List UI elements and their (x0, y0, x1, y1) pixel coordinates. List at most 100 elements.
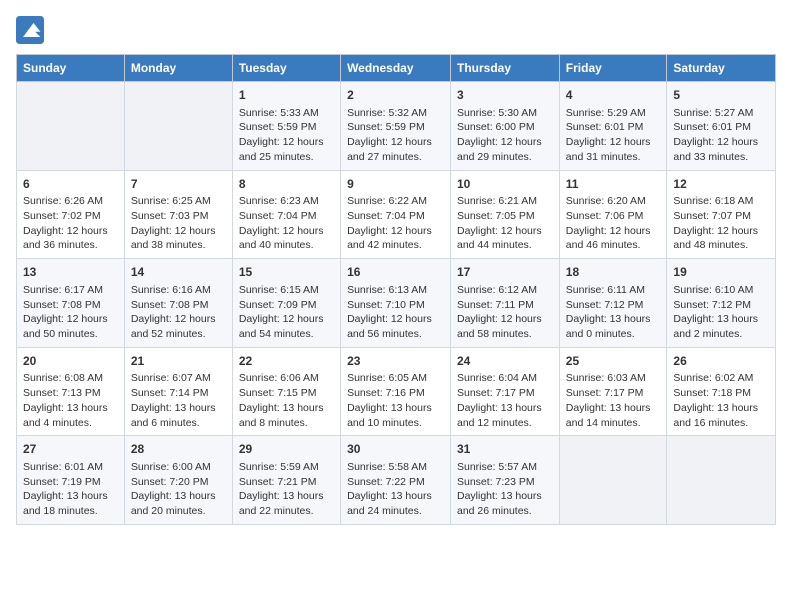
day-number: 8 (239, 176, 334, 193)
day-number: 5 (673, 87, 769, 104)
week-row-3: 20Sunrise: 6:08 AMSunset: 7:13 PMDayligh… (17, 347, 776, 436)
day-info: Sunrise: 6:25 AMSunset: 7:03 PMDaylight:… (131, 194, 226, 253)
day-cell: 13 Sunrise: 6:17 AMSunset: 7:08 PMDayligh… (17, 259, 125, 348)
day-cell: 8Sunrise: 6:23 AMSunset: 7:04 PMDaylight… (232, 170, 340, 259)
day-number: 3 (457, 87, 553, 104)
day-cell: 5 Sunrise: 5:27 AMSunset: 6:01 PMDaylight… (667, 82, 776, 171)
day-info: Sunrise: 6:16 AMSunset: 7:08 PMDaylight:… (131, 283, 226, 342)
day-info: Sunrise: 6:20 AMSunset: 7:06 PMDaylight:… (566, 194, 661, 253)
day-cell: 10Sunrise: 6:21 AMSunset: 7:05 PMDayligh… (451, 170, 560, 259)
day-cell (559, 436, 667, 525)
day-info: Sunrise: 6:10 AMSunset: 7:12 PMDaylight:… (673, 283, 769, 342)
day-cell: 25Sunrise: 6:03 AMSunset: 7:17 PMDayligh… (559, 347, 667, 436)
day-info: Sunrise: 6:07 AMSunset: 7:14 PMDaylight:… (131, 371, 226, 430)
day-cell: 31 Sunrise: 5:57 AMSunset: 7:23 PMDayligh… (451, 436, 560, 525)
day-cell: 9Sunrise: 6:22 AMSunset: 7:04 PMDaylight… (341, 170, 451, 259)
day-number: 25 (566, 353, 661, 370)
day-info: Sunrise: 6:11 AMSunset: 7:12 PMDaylight:… (566, 283, 661, 342)
day-info: Sunrise: 6:26 AMSunset: 7:02 PMDaylight:… (23, 194, 118, 253)
calendar-body: 1 Sunrise: 5:33 AMSunset: 5:59 PMDaylight… (17, 82, 776, 525)
day-info: Sunrise: 6:17 AMSunset: 7:08 PMDaylight:… (23, 283, 118, 342)
day-info: Sunrise: 5:33 AMSunset: 5:59 PMDaylight:… (239, 106, 334, 165)
day-cell: 19Sunrise: 6:10 AMSunset: 7:12 PMDayligh… (667, 259, 776, 348)
day-number: 10 (457, 176, 553, 193)
day-cell: 30Sunrise: 5:58 AMSunset: 7:22 PMDayligh… (341, 436, 451, 525)
week-row-4: 27 Sunrise: 6:01 AMSunset: 7:19 PMDayligh… (17, 436, 776, 525)
day-cell: 2 Sunrise: 5:32 AMSunset: 5:59 PMDaylight… (341, 82, 451, 171)
day-cell: 14Sunrise: 6:16 AMSunset: 7:08 PMDayligh… (124, 259, 232, 348)
day-number: 29 (239, 441, 334, 458)
day-info: Sunrise: 5:29 AMSunset: 6:01 PMDaylight:… (566, 106, 661, 165)
day-cell: 23Sunrise: 6:05 AMSunset: 7:16 PMDayligh… (341, 347, 451, 436)
day-number: 12 (673, 176, 769, 193)
day-number: 4 (566, 87, 661, 104)
day-cell: 28 Sunrise: 6:00 AMSunset: 7:20 PMDayligh… (124, 436, 232, 525)
day-info: Sunrise: 6:23 AMSunset: 7:04 PMDaylight:… (239, 194, 334, 253)
day-cell (667, 436, 776, 525)
header-cell-thursday: Thursday (451, 55, 560, 82)
day-info: Sunrise: 6:18 AMSunset: 7:07 PMDaylight:… (673, 194, 769, 253)
day-number: 21 (131, 353, 226, 370)
day-cell: 6Sunrise: 6:26 AMSunset: 7:02 PMDaylight… (17, 170, 125, 259)
day-cell (124, 82, 232, 171)
header-cell-saturday: Saturday (667, 55, 776, 82)
day-cell: 20Sunrise: 6:08 AMSunset: 7:13 PMDayligh… (17, 347, 125, 436)
day-cell: 15 Sunrise: 6:15 AMSunset: 7:09 PMDayligh… (232, 259, 340, 348)
day-cell: 11Sunrise: 6:20 AMSunset: 7:06 PMDayligh… (559, 170, 667, 259)
day-cell: 17 Sunrise: 6:12 AMSunset: 7:11 PMDayligh… (451, 259, 560, 348)
header-cell-sunday: Sunday (17, 55, 125, 82)
week-row-2: 13 Sunrise: 6:17 AMSunset: 7:08 PMDayligh… (17, 259, 776, 348)
day-number: 17 (457, 264, 553, 281)
day-number: 16 (347, 264, 444, 281)
day-info: Sunrise: 6:05 AMSunset: 7:16 PMDaylight:… (347, 371, 444, 430)
day-number: 27 (23, 441, 118, 458)
day-number: 20 (23, 353, 118, 370)
day-number: 13 (23, 264, 118, 281)
day-info: Sunrise: 6:00 AMSunset: 7:20 PMDaylight:… (131, 460, 226, 519)
day-info: Sunrise: 6:13 AMSunset: 7:10 PMDaylight:… (347, 283, 444, 342)
day-info: Sunrise: 6:03 AMSunset: 7:17 PMDaylight:… (566, 371, 661, 430)
day-number: 24 (457, 353, 553, 370)
day-info: Sunrise: 5:30 AMSunset: 6:00 PMDaylight:… (457, 106, 553, 165)
day-info: Sunrise: 5:57 AMSunset: 7:23 PMDaylight:… (457, 460, 553, 519)
day-number: 22 (239, 353, 334, 370)
day-cell: 7Sunrise: 6:25 AMSunset: 7:03 PMDaylight… (124, 170, 232, 259)
day-number: 7 (131, 176, 226, 193)
day-number: 2 (347, 87, 444, 104)
day-info: Sunrise: 6:15 AMSunset: 7:09 PMDaylight:… (239, 283, 334, 342)
day-number: 1 (239, 87, 334, 104)
day-number: 23 (347, 353, 444, 370)
day-number: 18 (566, 264, 661, 281)
day-info: Sunrise: 6:12 AMSunset: 7:11 PMDaylight:… (457, 283, 553, 342)
day-info: Sunrise: 5:32 AMSunset: 5:59 PMDaylight:… (347, 106, 444, 165)
day-number: 30 (347, 441, 444, 458)
day-info: Sunrise: 6:06 AMSunset: 7:15 PMDaylight:… (239, 371, 334, 430)
day-cell (17, 82, 125, 171)
week-row-1: 6Sunrise: 6:26 AMSunset: 7:02 PMDaylight… (17, 170, 776, 259)
day-info: Sunrise: 6:01 AMSunset: 7:19 PMDaylight:… (23, 460, 118, 519)
day-cell: 4 Sunrise: 5:29 AMSunset: 6:01 PMDaylight… (559, 82, 667, 171)
day-info: Sunrise: 6:08 AMSunset: 7:13 PMDaylight:… (23, 371, 118, 430)
day-number: 28 (131, 441, 226, 458)
day-info: Sunrise: 6:02 AMSunset: 7:18 PMDaylight:… (673, 371, 769, 430)
header-cell-wednesday: Wednesday (341, 55, 451, 82)
day-cell: 22Sunrise: 6:06 AMSunset: 7:15 PMDayligh… (232, 347, 340, 436)
day-number: 15 (239, 264, 334, 281)
header-cell-friday: Friday (559, 55, 667, 82)
header-row: SundayMondayTuesdayWednesdayThursdayFrid… (17, 55, 776, 82)
day-number: 11 (566, 176, 661, 193)
day-cell: 26Sunrise: 6:02 AMSunset: 7:18 PMDayligh… (667, 347, 776, 436)
day-cell: 29 Sunrise: 5:59 AMSunset: 7:21 PMDayligh… (232, 436, 340, 525)
day-info: Sunrise: 5:59 AMSunset: 7:21 PMDaylight:… (239, 460, 334, 519)
day-number: 31 (457, 441, 553, 458)
calendar-table: SundayMondayTuesdayWednesdayThursdayFrid… (16, 54, 776, 525)
day-info: Sunrise: 6:21 AMSunset: 7:05 PMDaylight:… (457, 194, 553, 253)
day-info: Sunrise: 6:04 AMSunset: 7:17 PMDaylight:… (457, 371, 553, 430)
day-number: 9 (347, 176, 444, 193)
day-cell: 27 Sunrise: 6:01 AMSunset: 7:19 PMDayligh… (17, 436, 125, 525)
day-info: Sunrise: 6:22 AMSunset: 7:04 PMDaylight:… (347, 194, 444, 253)
day-number: 26 (673, 353, 769, 370)
day-info: Sunrise: 5:27 AMSunset: 6:01 PMDaylight:… (673, 106, 769, 165)
logo (16, 16, 48, 44)
day-cell: 21Sunrise: 6:07 AMSunset: 7:14 PMDayligh… (124, 347, 232, 436)
